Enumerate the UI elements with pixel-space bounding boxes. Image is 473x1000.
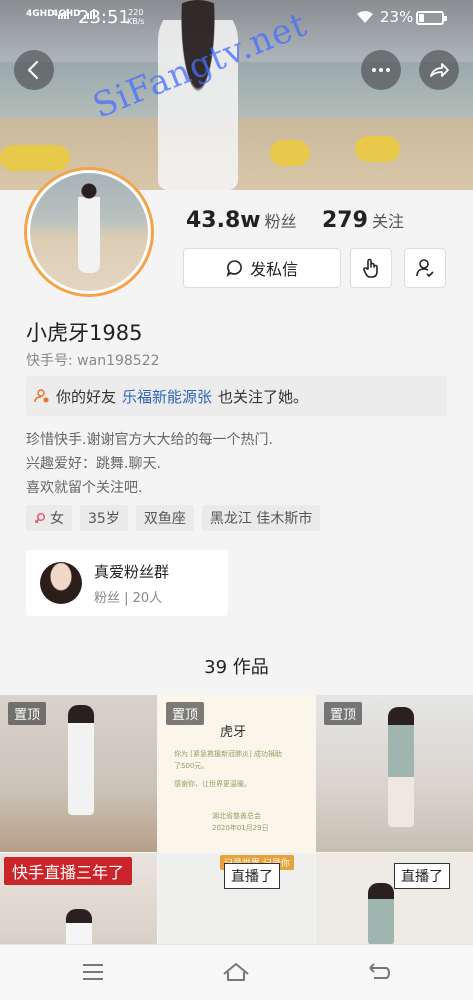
home-icon xyxy=(223,963,249,981)
profile-bio: 珍惜快手.谢谢官方大大给的每一个热门. 兴趣爱好：跳舞.聊天. 喜欢就留个关注吧… xyxy=(26,428,273,500)
home-button[interactable] xyxy=(221,959,251,985)
back-icon xyxy=(369,963,390,979)
followers-stat[interactable]: 43.8w 粉丝 xyxy=(186,208,297,233)
followers-count: 43.8w xyxy=(186,208,261,233)
profile-stats: 43.8w 粉丝 279 关注 xyxy=(186,208,446,238)
menu-button[interactable] xyxy=(78,959,108,985)
share-button[interactable] xyxy=(419,50,459,90)
pinned-badge: 置顶 xyxy=(166,702,205,725)
work-thumbnail[interactable]: 直播了 xyxy=(316,853,473,945)
age-tag: 35岁 xyxy=(80,505,128,531)
fan-group-card[interactable]: 真爱粉丝群 粉丝 | 20人 xyxy=(26,550,228,616)
friend-icon xyxy=(34,389,49,403)
gender-tag: 女 xyxy=(26,505,72,531)
certificate-line: 感谢你，让世界更温暖。 xyxy=(174,780,251,788)
certificate-title: 虎牙 xyxy=(220,725,247,740)
more-button[interactable] xyxy=(361,50,401,90)
fan-group-avatar xyxy=(40,562,82,604)
live-badge: 直播了 xyxy=(224,863,280,889)
battery-icon xyxy=(416,11,447,25)
send-message-label: 发私信 xyxy=(249,260,298,279)
hand-tap-icon xyxy=(363,258,378,278)
female-icon xyxy=(35,513,45,524)
work-thumbnail[interactable]: 置顶 xyxy=(0,695,157,852)
work-thumbnail[interactable]: 置顶 虎牙 你为 [紧急救援新冠肺炎] 成功捐助 了500元。 感谢你，让世界更… xyxy=(158,695,315,852)
friend-suffix: 也关注了她。 xyxy=(218,387,309,406)
username: 小虎牙1985 xyxy=(26,321,143,345)
menu-icon xyxy=(83,964,103,980)
work-thumbnail[interactable]: 置顶 xyxy=(316,695,473,852)
back-button[interactable] xyxy=(14,50,54,90)
profile-tags: 女 35岁 双鱼座 黑龙江 佳木斯市 xyxy=(26,505,328,531)
share-arrow-icon xyxy=(430,63,449,77)
certificate-line: 了500元。 xyxy=(174,762,209,770)
works-count: 39 作品 xyxy=(204,657,269,678)
location-tag: 黑龙江 佳木斯市 xyxy=(201,505,321,531)
following-stat[interactable]: 279 关注 xyxy=(322,208,404,233)
user-check-icon xyxy=(416,259,434,278)
fan-group-title: 真爱粉丝群 xyxy=(94,562,170,581)
friend-name-link[interactable]: 乐福新能源张 xyxy=(122,386,212,407)
works-grid: 置顶 置顶 虎牙 你为 [紧急救援新冠肺炎] 成功捐助 了500元。 感谢你，让… xyxy=(0,695,473,945)
profile-card: 43.8w 粉丝 279 关注 发私信 小虎牙1985 快手号: wan198522… xyxy=(0,167,473,1000)
net-speed: 220 KB/s xyxy=(127,8,145,26)
chevron-left-icon xyxy=(27,60,39,80)
more-dots-icon xyxy=(372,68,390,72)
kuaishou-id: 快手号: wan198522 xyxy=(26,353,160,369)
pinned-badge: 置顶 xyxy=(8,702,47,725)
follow-status-button[interactable] xyxy=(404,248,446,288)
cover-pedal-boat xyxy=(355,136,400,162)
battery-percent: 23% xyxy=(380,8,414,26)
work-thumbnail[interactable]: 记录世界 记录你 直播了 xyxy=(158,853,315,945)
thumb-person xyxy=(388,707,414,827)
certificate-line: 2020年01月29日 xyxy=(212,824,269,832)
chat-bubble-icon xyxy=(226,260,242,277)
fan-group-subtitle: 粉丝 | 20人 xyxy=(94,590,163,606)
following-count: 279 xyxy=(322,208,368,233)
pinned-badge: 置顶 xyxy=(324,702,363,725)
zodiac-tag: 双鱼座 xyxy=(135,505,194,531)
certificate-line: 你为 [紧急救援新冠肺炎] 成功捐助 xyxy=(174,750,282,758)
status-bar: 4GHD 4GHD 23:51 220 KB/s 23% xyxy=(0,0,473,36)
bio-line: 兴趣爱好：跳舞.聊天. xyxy=(26,456,161,472)
work-thumbnail[interactable]: 快手直播三年了 xyxy=(0,853,157,945)
system-back-button[interactable] xyxy=(365,959,395,985)
certificate-line: 湖北省慈善总会 xyxy=(212,812,261,820)
hand-button[interactable] xyxy=(350,248,392,288)
profile-avatar[interactable] xyxy=(24,167,154,297)
mutual-friend-bar[interactable]: 你的好友 乐福新能源张 也关注了她。 xyxy=(26,376,447,416)
wifi-icon xyxy=(357,10,373,23)
following-label: 关注 xyxy=(371,212,404,231)
friend-prefix: 你的好友 xyxy=(56,387,117,406)
status-time: 23:51 xyxy=(78,7,130,28)
send-message-button[interactable]: 发私信 xyxy=(183,248,341,288)
bio-line: 喜欢就留个关注吧. xyxy=(26,480,143,496)
thumb-person xyxy=(368,883,394,945)
live-anniversary-banner: 快手直播三年了 xyxy=(4,857,133,885)
followers-label: 粉丝 xyxy=(264,212,297,231)
thumb-person xyxy=(68,705,94,815)
live-badge: 直播了 xyxy=(394,863,450,889)
thumb-person xyxy=(66,909,92,945)
cover-pedal-boat xyxy=(0,145,70,171)
bio-line: 珍惜快手.谢谢官方大大给的每一个热门. xyxy=(26,432,273,448)
avatar-image xyxy=(30,173,148,291)
system-nav-bar xyxy=(0,944,473,1000)
cover-pedal-boat xyxy=(270,140,310,166)
